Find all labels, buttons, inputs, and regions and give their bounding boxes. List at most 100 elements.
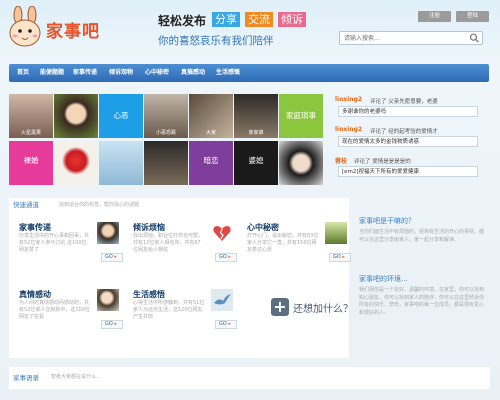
go-arrow-icon: ▸: [114, 254, 117, 260]
go-arrow-icon: ▸: [228, 321, 231, 327]
nav-item-home[interactable]: 首页: [17, 64, 29, 82]
go-label: GO: [105, 254, 113, 260]
tile-caption: 火星黑果: [20, 130, 41, 136]
tile-photo-2[interactable]: [54, 94, 98, 138]
nav-item-3[interactable]: 倾诉观物: [109, 64, 133, 82]
go-label: GO: [219, 254, 227, 260]
feed-quote[interactable]: 多谢谁你的老婆吗: [338, 106, 478, 117]
channels-title: 快速通道: [13, 201, 39, 209]
tile-label: 心恶: [113, 111, 129, 120]
tile-photo-10[interactable]: [144, 141, 188, 185]
tag-confide: 倾诉: [278, 12, 306, 27]
channel-card: 倾诉烦恼 找出烦恼，职业位打你也可帮，共有12位家人相信你，共有87位网友给小相…: [127, 222, 239, 284]
feed-quote[interactable]: 现在的爱情太多的金钱物质诱惑: [338, 136, 478, 147]
add-more-button[interactable]: + 还想加什么？: [271, 296, 353, 318]
channel-title[interactable]: 心中秘密: [247, 222, 279, 233]
channel-title[interactable]: 真情感动: [19, 289, 51, 300]
tile-heart[interactable]: 心恶: [99, 94, 143, 138]
rabbit-mascot-icon[interactable]: [7, 6, 43, 48]
tile-secret-love[interactable]: 暗恋: [189, 141, 233, 185]
channel-title[interactable]: 家事传递: [19, 222, 51, 233]
go-arrow-icon: ▸: [342, 254, 345, 260]
environment-title: 家事吧的环境...: [359, 275, 408, 283]
feed-quote[interactable]: [em2]祝福天下所有的爱爱健康: [338, 166, 478, 177]
header: 家事吧 轻松发布 分享 交流 倾诉 你的喜怒哀乐有我们陪伴 注册 登陆: [0, 0, 500, 62]
go-button[interactable]: GO ▸: [329, 253, 351, 262]
tile-naked-wedding[interactable]: 裸婚: [9, 141, 53, 185]
channel-desc: 心得生活中所感触到，共有51位家人为这份生活，这120位网友产生共鸣: [133, 300, 205, 320]
go-button[interactable]: GO ▸: [215, 320, 237, 329]
go-arrow-icon: ▸: [114, 321, 117, 327]
go-button[interactable]: GO ▸: [101, 253, 123, 262]
tile-photo-6[interactable]: 家家谁: [234, 94, 278, 138]
channel-card: 心中秘密 打开心门，说出秘密，共有83位家人分享它一直，共有156位网友表达心愿…: [241, 222, 353, 284]
channel-desc: 为人间的真情感动而感动的，共有52位家人在默默中，这100位网友了在看: [19, 300, 90, 320]
channel-thumb[interactable]: [325, 222, 347, 244]
channel-thumb[interactable]: [97, 289, 119, 311]
nav-item-5[interactable]: 真搞感动: [181, 64, 205, 82]
about-panel: 家事吧是干嘛的？ 当你们面生活中有烦恼时，经常有生活的开心的事情，都可以在这里分…: [354, 210, 490, 358]
channel-desc: 找出烦恼，职业位打你也可帮，共有12位家人相信你，共有87位网友给小相信: [133, 233, 204, 253]
go-button[interactable]: GO ▸: [101, 320, 123, 329]
tile-photo-9[interactable]: [99, 141, 143, 185]
go-button[interactable]: GO ▸: [215, 253, 237, 262]
tile-family-matters[interactable]: 家庭琐事: [279, 94, 323, 138]
channels-subtitle: 找到适合你的标签，帮你找心的话题: [59, 202, 140, 208]
tile-grid: 火星黑果 心恶 小恶恐跌 大家 家家谁 家庭琐事 裸婚 暗恋 婆媳: [9, 94, 323, 186]
slogan-lead: 轻松发布: [158, 14, 207, 28]
channel-title[interactable]: 生活感悟: [133, 289, 165, 300]
channel-card: 生活感悟 心得生活中所感触到，共有51位家人为这份生活，这120位网友产生共鸣 …: [127, 289, 239, 351]
bird-icon[interactable]: [211, 289, 233, 311]
channel-title[interactable]: 倾诉烦恼: [133, 222, 165, 233]
tile-label: 婆媳: [248, 156, 264, 165]
tile-in-laws[interactable]: 婆媳: [234, 141, 278, 185]
feed-user[interactable]: 蓉枝: [335, 156, 347, 165]
main-nav: 首页 能便题题 家事传递 倾诉观物 心中秘密 真搞感动 生活感慨: [9, 64, 489, 82]
feed-user[interactable]: linxing2: [335, 126, 362, 133]
broken-heart-icon[interactable]: [211, 222, 233, 244]
go-label: GO: [333, 254, 341, 260]
tile-photo-14[interactable]: [279, 141, 323, 185]
tile-photo-4[interactable]: 小恶恐跌: [144, 94, 188, 138]
feed-user[interactable]: linxing2: [335, 96, 362, 103]
tile-photo-1[interactable]: 火星黑果: [9, 94, 53, 138]
tile-caption: 大家: [205, 130, 216, 136]
tile-label: 家庭琐事: [286, 111, 316, 120]
search-input[interactable]: [340, 32, 464, 44]
tile-label: 裸婚: [23, 156, 39, 165]
channel-thumb[interactable]: [97, 222, 119, 244]
channel-card: 家事传递 分享生活中的开心事和回事，共有52位家人参与讨论 这100位网友赞了 …: [13, 222, 125, 284]
activity-feed: linxing2 评论了 父亲先愿意要，老婆 多谢谁你的老婆吗 linxing2…: [332, 92, 490, 184]
plus-icon: +: [271, 298, 289, 316]
register-button[interactable]: 注册: [418, 11, 451, 22]
tile-label: 暗恋: [203, 156, 219, 165]
add-more-label: 还想加什么？: [293, 304, 353, 315]
channel-card: 真情感动 为人间的真情感动而感动的，共有52位家人在默默中，这100位网友了在看…: [13, 289, 125, 351]
tile-caption: 家家谁: [248, 130, 264, 136]
go-label: GO: [105, 321, 113, 327]
search-icon[interactable]: [469, 33, 480, 43]
channel-desc: 打开心门，说出秘密，共有83位家人分享它一直，共有156位网友表达心愿: [247, 233, 319, 253]
logo-text[interactable]: 家事吧: [46, 17, 100, 42]
nav-item-2[interactable]: 家事传递: [73, 64, 97, 82]
channel-desc: 分享生活中的开心事和回事，共有52位家人参与讨论 这100位网友赞了: [19, 233, 90, 253]
about-text: 当你们面生活中有烦恼时，经常有生活的开心的事情，都可以在这里分享给家人，家一起分…: [359, 229, 485, 243]
environment-text: 我们相信是一个友好、温馨的环境。在家里，你可以找到知心朋友，你可以找到家人的陪伴…: [359, 287, 485, 316]
go-label: GO: [219, 321, 227, 327]
feed-action: 评论了 经的起考验的爱情才: [370, 129, 438, 135]
tile-caption: 小恶恐跌: [155, 130, 176, 136]
quotes-section: 家事语录 智者大家都在说什么...: [9, 367, 490, 389]
quotes-title: 家事语录: [13, 374, 39, 382]
nav-item-6[interactable]: 生活感慨: [216, 64, 240, 82]
nav-item-4[interactable]: 心中秘密: [145, 64, 169, 82]
quotes-subtitle: 智者大家都在说什么...: [51, 374, 101, 380]
nav-item-1[interactable]: 能便题题: [40, 64, 64, 82]
tile-photo-5[interactable]: 大家: [189, 94, 233, 138]
about-title: 家事吧是干嘛的？: [359, 217, 415, 225]
feed-action: 评论了 爱情是是是是的: [354, 159, 411, 165]
slogan-sub: 你的喜怒哀乐有我们陪伴: [158, 35, 274, 47]
login-button[interactable]: 登陆: [456, 11, 489, 22]
tile-photo-rose[interactable]: [54, 141, 98, 185]
quick-channels: 快速通道 找到适合你的标签，帮你找心的话题 家事传递 分享生活中的开心事和回事，…: [9, 198, 353, 358]
tag-exchange: 交流: [245, 12, 273, 27]
